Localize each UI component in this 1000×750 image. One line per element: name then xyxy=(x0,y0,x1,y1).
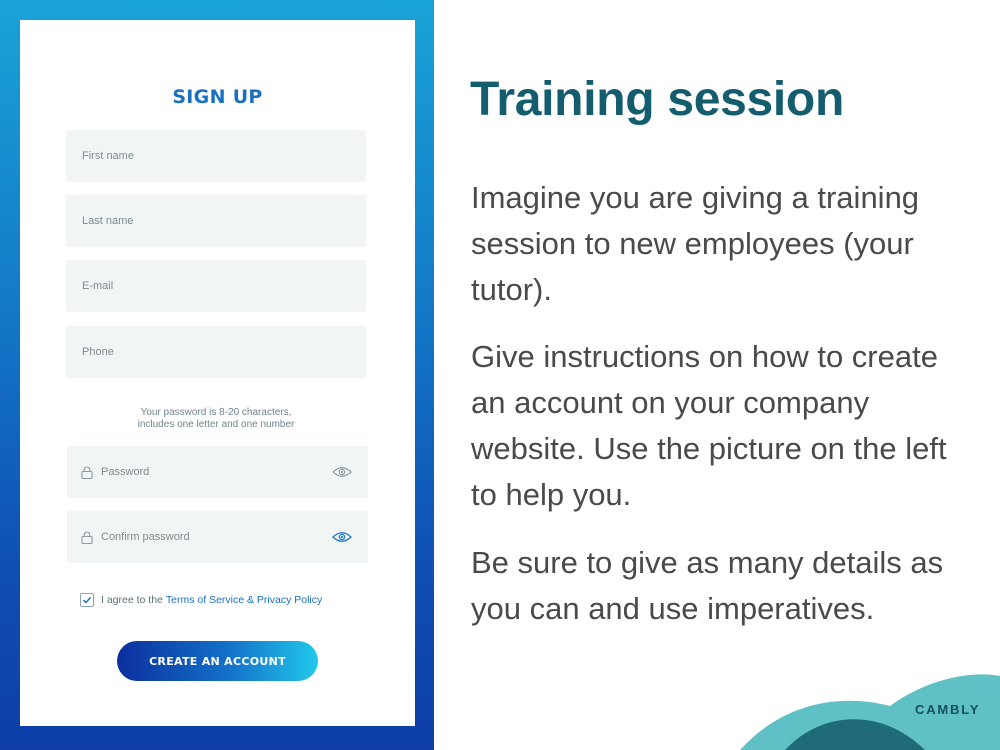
first-name-input[interactable] xyxy=(66,130,366,182)
slide-heading: Training session xyxy=(470,73,844,126)
password-hint: Your password is 8-20 characters, includ… xyxy=(66,407,366,431)
email-input[interactable] xyxy=(66,260,366,312)
cambly-logo: CAMBLY xyxy=(915,702,981,717)
phone-input[interactable] xyxy=(66,326,366,378)
terms-checkbox[interactable] xyxy=(80,593,94,607)
terms-link[interactable]: Terms of Service & Privacy Policy xyxy=(166,594,322,606)
confirm-password-field xyxy=(67,511,368,563)
terms-agreement: I agree to the Terms of Service & Privac… xyxy=(80,592,322,608)
eye-icon[interactable] xyxy=(332,531,352,543)
first-name-field xyxy=(66,130,366,182)
eye-icon[interactable] xyxy=(332,466,352,478)
instruction-paragraph-1: Imagine you are giving a training sessio… xyxy=(471,180,920,307)
password-hint-line-2: includes one letter and one number xyxy=(137,419,295,430)
instruction-paragraph-2: Give instructions on how to create an ac… xyxy=(471,339,947,512)
checkmark-icon xyxy=(82,596,92,604)
form-title: SIGN UP xyxy=(172,86,263,108)
password-input[interactable] xyxy=(67,446,368,498)
create-account-button[interactable]: CREATE AN ACCOUNT xyxy=(117,641,318,681)
password-field xyxy=(67,446,368,498)
email-field xyxy=(66,260,366,312)
signup-form-screen: SIGN UP Your password is 8-20 characters… xyxy=(20,20,415,726)
password-hint-line-1: Your password is 8-20 characters, xyxy=(140,407,292,418)
last-name-field xyxy=(66,195,366,247)
signup-panel-background: SIGN UP Your password is 8-20 characters… xyxy=(0,0,434,750)
instruction-paragraph-3: Be sure to give as many details as you c… xyxy=(471,545,944,626)
agree-label: I agree to the xyxy=(101,594,163,606)
phone-field xyxy=(66,326,366,378)
confirm-password-input[interactable] xyxy=(67,511,368,563)
last-name-input[interactable] xyxy=(66,195,366,247)
